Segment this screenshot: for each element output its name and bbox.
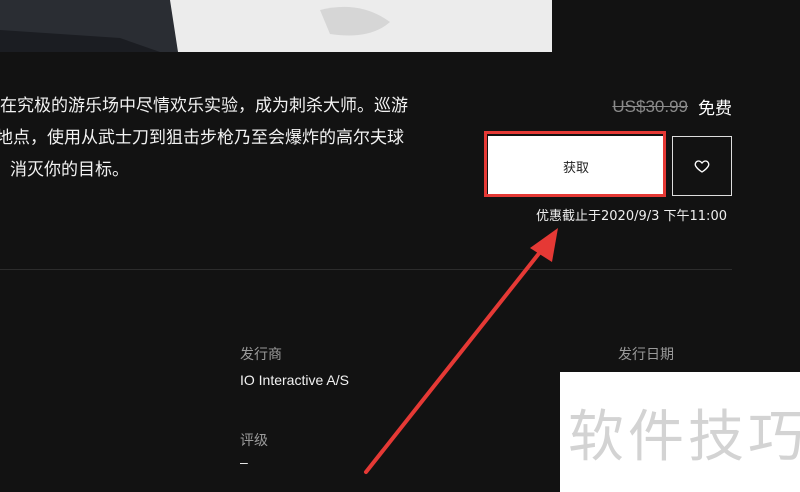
divider — [0, 269, 732, 270]
rating-value: – — [240, 454, 248, 470]
rating-label: 评级 — [240, 433, 268, 449]
price-block: US$30.99 免费 — [612, 94, 732, 120]
publisher-value: IO Interactive A/S — [240, 372, 349, 388]
watermark-text: 软件技巧 — [568, 405, 800, 470]
hero-image — [0, 0, 552, 52]
game-description: 在究极的游乐场中尽情欢乐实验，成为刺杀大师。巡游 地点，使用从武士刀到狙击步枪乃… — [0, 90, 470, 186]
release-date-label: 发行日期 — [618, 347, 674, 363]
original-price: US$30.99 — [612, 96, 688, 116]
description-line-3: 消灭你的目标。 — [10, 160, 129, 180]
description-line-1: 在究极的游乐场中尽情欢乐实验，成为刺杀大师。巡游 — [0, 96, 408, 116]
hero-artwork — [0, 0, 552, 52]
description-line-2: 地点，使用从武士刀到狙击步枪乃至会爆炸的高尔夫球 — [0, 128, 404, 148]
get-button-label: 获取 — [562, 160, 589, 176]
publisher-label: 发行商 — [240, 347, 282, 363]
get-button[interactable]: 获取 — [488, 136, 664, 196]
current-price: 免费 — [698, 99, 732, 119]
heart-icon — [694, 160, 710, 173]
wishlist-button[interactable] — [672, 136, 732, 196]
offer-deadline: 优惠截止于2020/9/3 下午11:00 — [536, 209, 727, 224]
